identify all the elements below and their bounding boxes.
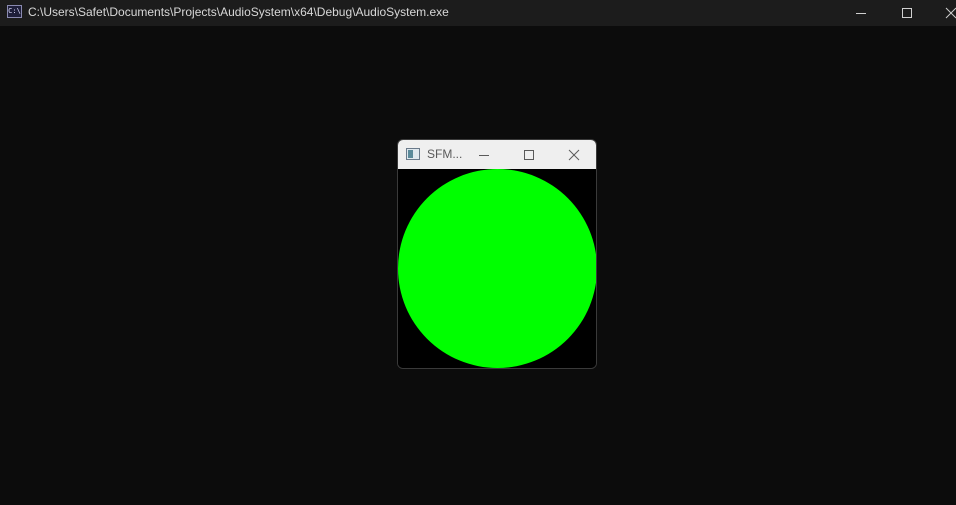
sfml-close-button[interactable]: [554, 140, 594, 169]
sfml-window[interactable]: SFM...: [397, 139, 597, 369]
green-circle-shape: [398, 169, 596, 368]
console-icon-glyph: C:\: [8, 7, 21, 15]
sfml-window-title: SFM...: [427, 147, 463, 161]
minimize-icon: [856, 13, 866, 14]
close-icon: [568, 149, 580, 160]
console-close-button[interactable]: [928, 0, 956, 26]
sfml-render-canvas[interactable]: [398, 169, 596, 368]
sfml-app-icon: [406, 148, 420, 160]
sfml-minimize-button[interactable]: [464, 140, 504, 169]
console-app-icon: C:\: [7, 5, 22, 18]
sfml-title-bar[interactable]: SFM...: [398, 140, 596, 169]
sfml-maximize-button[interactable]: [509, 140, 549, 169]
console-maximize-button[interactable]: [884, 0, 930, 26]
maximize-icon: [902, 8, 912, 18]
minimize-icon: [479, 154, 489, 156]
console-window: C:\ C:\Users\Safet\Documents\Projects\Au…: [0, 0, 956, 505]
close-icon: [945, 7, 956, 19]
console-title-bar[interactable]: C:\ C:\Users\Safet\Documents\Projects\Au…: [0, 0, 956, 26]
maximize-icon: [524, 149, 534, 160]
console-window-title: C:\Users\Safet\Documents\Projects\AudioS…: [28, 5, 449, 19]
console-minimize-button[interactable]: [838, 0, 884, 26]
